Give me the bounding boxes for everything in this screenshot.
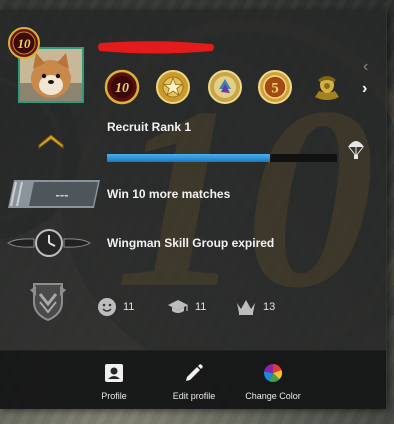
color-wheel-icon xyxy=(264,364,283,383)
pencil-icon xyxy=(186,364,203,381)
profile-panel: 10 10 10 5 ‹ › Recruit Rank 1 --- Win 10… xyxy=(0,10,387,409)
crown-icon xyxy=(237,300,255,315)
skill-group-placeholder-text: --- xyxy=(56,187,69,202)
star-coin-icon[interactable] xyxy=(155,69,191,105)
parachute-icon[interactable] xyxy=(347,138,365,160)
leader-commendation[interactable]: 13 xyxy=(235,294,275,320)
friendly-count: 11 xyxy=(123,301,135,313)
medals-next-arrow[interactable]: › xyxy=(362,80,367,98)
service-5-coin-icon[interactable]: 5 xyxy=(257,69,293,105)
rank-title: Recruit Rank 1 xyxy=(107,120,192,134)
rank-badge-icon: 10 xyxy=(8,27,40,59)
xp-progress-fill xyxy=(107,154,271,162)
rank-chevron-icon xyxy=(38,134,64,149)
service-shield-icon xyxy=(30,283,66,322)
profile-button-label: Profile xyxy=(101,391,127,401)
redacted-username-bar xyxy=(98,41,214,54)
smiley-icon xyxy=(98,298,116,316)
matches-remaining-text: Win 10 more matches xyxy=(107,187,231,201)
soldier-coin-icon[interactable] xyxy=(309,69,345,105)
graduation-cap-icon xyxy=(168,300,188,313)
medal-3-text: 5 xyxy=(271,81,279,97)
profile-footer: Profile Edit profile Change Color xyxy=(0,350,386,409)
change-color-button[interactable]: Change Color xyxy=(240,363,306,401)
edit-profile-button[interactable]: Edit profile xyxy=(165,363,223,401)
friendly-commendation[interactable]: 11 xyxy=(97,294,134,320)
level-10-coin-icon[interactable]: 10 xyxy=(104,69,140,105)
medal-0-text: 10 xyxy=(115,81,129,96)
edit-profile-button-label: Edit profile xyxy=(172,391,216,401)
map-coin-icon[interactable] xyxy=(207,69,243,105)
change-color-button-label: Change Color xyxy=(245,391,301,401)
profile-card-icon xyxy=(105,364,123,382)
skill-group-placeholder-icon: --- xyxy=(8,180,100,208)
rank-badge-number: 10 xyxy=(18,36,32,51)
profile-button[interactable]: Profile xyxy=(92,363,136,401)
wingman-clock-icon xyxy=(7,229,91,257)
teacher-count: 11 xyxy=(195,301,207,313)
wingman-status-text: Wingman Skill Group expired xyxy=(107,236,275,250)
medals-prev-arrow[interactable]: ‹ xyxy=(363,58,368,76)
xp-progress-bar xyxy=(107,154,337,162)
teacher-commendation[interactable]: 11 xyxy=(167,294,206,320)
leader-count: 13 xyxy=(263,301,276,313)
